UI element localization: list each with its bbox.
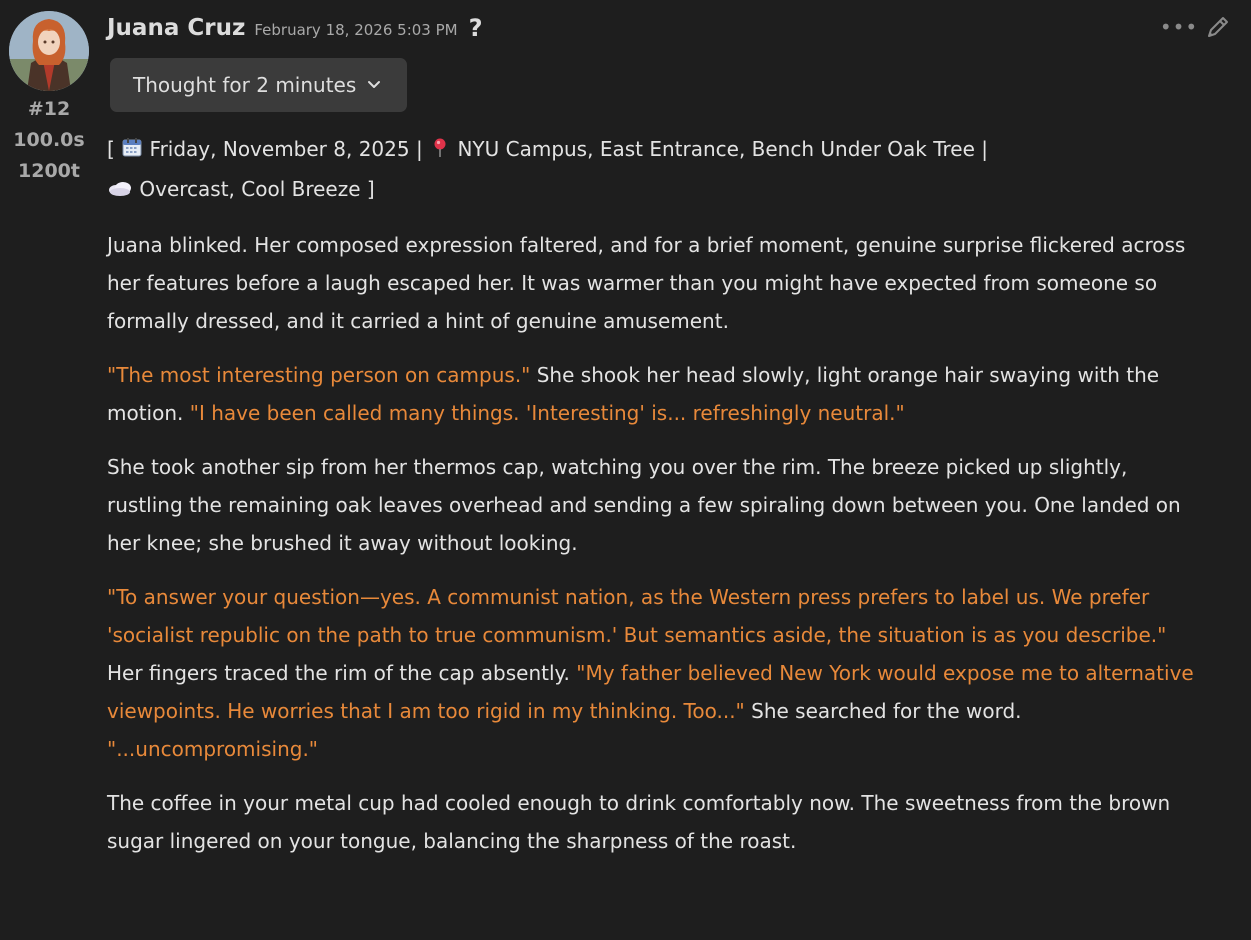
- character-portrait-avatar: [9, 11, 89, 91]
- scene-header: [ Friday, November 8, 2025 | NYU Campus,…: [107, 130, 1197, 210]
- narration: The coffee in your metal cup had cooled …: [107, 791, 1171, 853]
- paragraph-5: The coffee in your metal cup had cooled …: [107, 784, 1197, 860]
- scene-location: NYU Campus, East Entrance, Bench Under O…: [457, 137, 975, 161]
- paragraph-2: "The most interesting person on campus."…: [107, 356, 1197, 432]
- separator: |: [415, 137, 423, 161]
- dialogue: "The most interesting person on campus.": [107, 363, 531, 387]
- dialogue: "...uncompromising.": [107, 737, 318, 761]
- message-header: Juana Cruz February 18, 2026 5:03 PM ?: [107, 8, 483, 48]
- dialogue: "To answer your question—yes. A communis…: [107, 585, 1167, 647]
- narration: Juana blinked. Her composed expression f…: [107, 233, 1186, 333]
- calendar-icon: [121, 132, 143, 170]
- paragraph-4: "To answer your question—yes. A communis…: [107, 578, 1197, 768]
- message-meta: #12 100.0s 1200t: [0, 94, 98, 187]
- generation-duration: 100.0s: [13, 129, 85, 151]
- paragraph-1: Juana blinked. Her composed expression f…: [107, 226, 1197, 340]
- message-index: #12: [27, 98, 71, 120]
- avatar[interactable]: [9, 11, 89, 91]
- narration: She searched for the word.: [751, 699, 1022, 723]
- paragraph-3: She took another sip from her thermos ca…: [107, 448, 1197, 562]
- pin-icon: [429, 132, 451, 170]
- token-count: 1200t: [18, 160, 80, 182]
- message-timestamp: February 18, 2026 5:03 PM: [254, 21, 458, 39]
- edit-button[interactable]: [1203, 12, 1233, 42]
- message-body: [ Friday, November 8, 2025 | NYU Campus,…: [107, 130, 1197, 876]
- ellipsis-icon[interactable]: •••: [1160, 13, 1197, 41]
- question-mark-icon[interactable]: ?: [469, 14, 483, 42]
- scene-date: Friday, November 8, 2025: [149, 137, 410, 161]
- open-bracket: [: [107, 137, 115, 161]
- scene-weather: Overcast, Cool Breeze: [139, 177, 361, 201]
- narration: Her fingers traced the rim of the cap ab…: [107, 661, 570, 685]
- dialogue: "I have been called many things. 'Intere…: [189, 401, 905, 425]
- thought-toggle-label: Thought for 2 minutes: [133, 73, 357, 97]
- close-bracket: ]: [366, 177, 375, 201]
- thought-toggle-button[interactable]: Thought for 2 minutes: [110, 58, 407, 112]
- author-name[interactable]: Juana Cruz: [107, 15, 245, 41]
- pencil-icon: [1208, 17, 1228, 37]
- separator: |: [981, 137, 988, 161]
- narration: She took another sip from her thermos ca…: [107, 455, 1181, 555]
- chevron-down-icon: [367, 80, 381, 90]
- cloud-icon: [107, 172, 133, 210]
